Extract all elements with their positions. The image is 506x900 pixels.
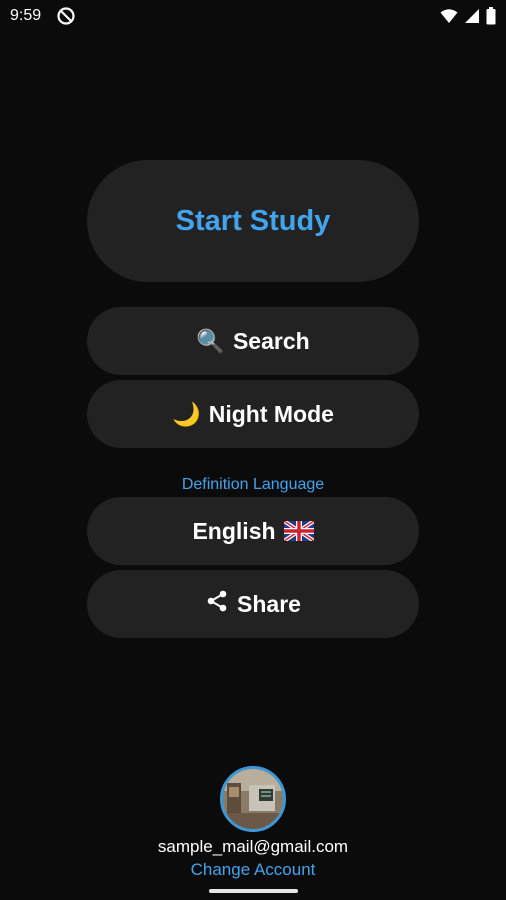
- language-button[interactable]: English: [87, 497, 419, 565]
- night-mode-label: Night Mode: [208, 400, 334, 427]
- search-icon: 🔍: [196, 328, 225, 355]
- battery-icon: [486, 7, 496, 25]
- status-time: 9:59: [10, 7, 42, 24]
- search-label: Search: [232, 327, 310, 354]
- moon-icon: 🌙: [172, 401, 201, 428]
- search-button[interactable]: 🔍 Search: [87, 307, 419, 375]
- do-not-disturb-icon: [57, 7, 75, 25]
- start-study-button[interactable]: Start Study: [87, 160, 419, 282]
- uk-flag-icon: [283, 521, 314, 541]
- avatar[interactable]: [220, 766, 286, 832]
- share-icon: [205, 589, 229, 619]
- share-button[interactable]: Share: [87, 570, 419, 638]
- change-account-link[interactable]: Change Account: [0, 860, 506, 880]
- status-icons: [440, 7, 496, 25]
- share-label: Share: [237, 590, 301, 617]
- account-email: sample_mail@gmail.com: [157, 837, 349, 856]
- home-indicator[interactable]: [209, 889, 298, 893]
- language-label: English: [192, 517, 276, 544]
- signal-icon: [464, 8, 480, 24]
- start-study-label: Start Study: [175, 204, 331, 237]
- night-mode-button[interactable]: 🌙 Night Mode: [87, 380, 419, 448]
- definition-language-label: Definition Language: [181, 476, 325, 493]
- status-bar: 9:59: [0, 0, 506, 34]
- wifi-icon: [440, 8, 458, 24]
